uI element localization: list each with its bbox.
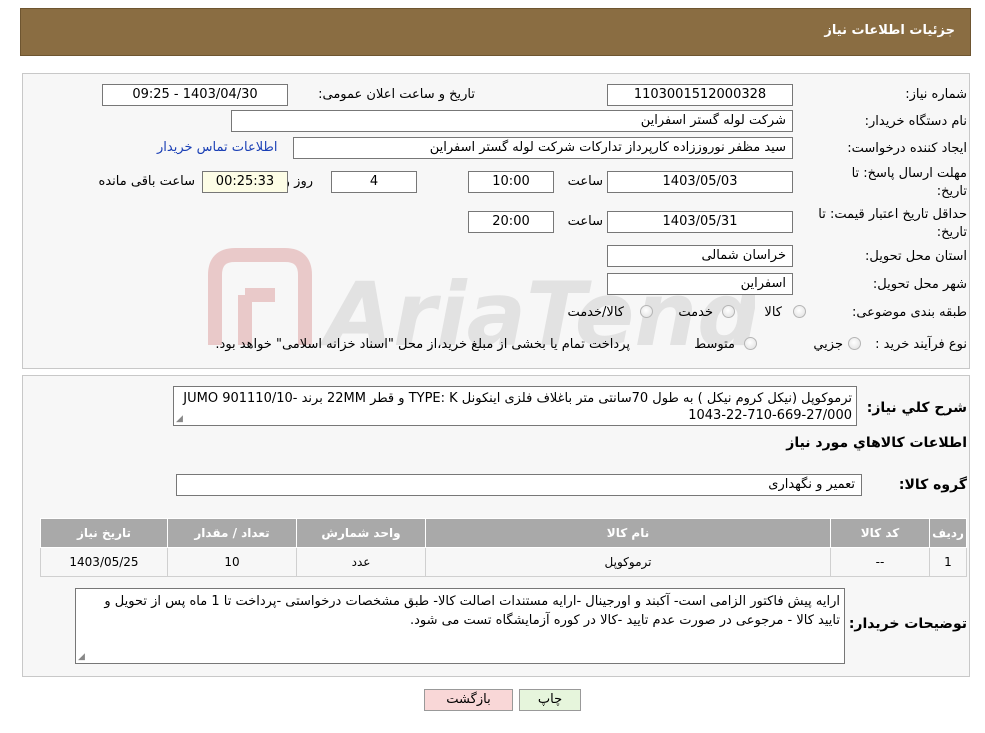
resize-handle-icon: ◢ (176, 414, 183, 424)
description-label: شرح کلي نیاز: (866, 400, 967, 416)
col-row: ردیف (929, 518, 967, 548)
purchase-radio-medium[interactable] (744, 337, 757, 350)
back-button[interactable]: بازگشت (424, 689, 513, 711)
creator-label: ایجاد کننده درخواست: (847, 141, 967, 156)
col-name: نام کالا (425, 518, 831, 548)
deadline-time-label: ساعت (567, 174, 603, 189)
page-title: جزئیات اطلاعات نیاز (824, 23, 955, 38)
category-radio-service[interactable] (722, 305, 735, 318)
col-date: تاریخ نیاز (40, 518, 168, 548)
col-qty: تعداد / مقدار (167, 518, 297, 548)
page-header: جزئیات اطلاعات نیاز (20, 8, 971, 56)
category-radio-goods[interactable] (793, 305, 806, 318)
goods-table-header: ردیف کد کالا نام کالا واحد شمارش تعداد /… (40, 518, 967, 548)
deadline-label-date: تاریخ: (936, 184, 967, 199)
need-number-field: 1103001512000328 (607, 84, 793, 106)
description-text: ترموکوپل (نیکل کروم نیکل ) به طول 70سانت… (183, 391, 852, 423)
purchase-note: پرداخت تمام یا بخشی از مبلغ خرید،از محل … (215, 337, 630, 352)
purchase-radio-minor[interactable] (848, 337, 861, 350)
goods-section-title: اطلاعات کالاهاي مورد نیاز (786, 435, 967, 451)
validity-label: حداقل تاریخ اعتبار قیمت: تا (818, 207, 967, 222)
cell-unit: عدد (296, 547, 426, 577)
cell-qty: 10 (167, 547, 297, 577)
buyer-contact-link[interactable]: اطلاعات تماس خریدار (157, 140, 277, 155)
buyer-notes-text: ارایه پیش فاکتور الزامی است- آکبند و اور… (104, 594, 840, 628)
category-label: طبقه بندی موضوعی: (851, 305, 967, 320)
col-code: کد کالا (830, 518, 930, 548)
cell-row: 1 (929, 547, 967, 577)
validity-time-field: 20:00 (468, 211, 554, 233)
remaining-time-field: 00:25:33 (202, 171, 288, 193)
validity-date-field: 1403/05/31 (607, 211, 793, 233)
resize-handle-icon: ◢ (78, 652, 85, 662)
deadline-time-field: 10:00 (468, 171, 554, 193)
announce-field: 1403/04/30 - 09:25 (102, 84, 288, 106)
goods-group-label: گروه کالا: (898, 477, 967, 493)
print-button[interactable]: چاپ (519, 689, 581, 711)
days-label: روز و (283, 174, 313, 189)
cell-date: 1403/05/25 (40, 547, 168, 577)
province-field: خراسان شمالی (607, 245, 793, 267)
buyer-notes-box: ارایه پیش فاکتور الزامی است- آکبند و اور… (75, 588, 845, 664)
category-option-goods-service: کالا/خدمت (567, 305, 624, 320)
category-option-goods: کالا (764, 305, 782, 320)
goods-table: ردیف کد کالا نام کالا واحد شمارش تعداد /… (40, 518, 967, 577)
goods-group-field: تعمیر و نگهداری (176, 474, 862, 496)
remaining-label: ساعت باقی مانده (98, 174, 195, 189)
cell-code: -- (830, 547, 930, 577)
purchase-type-label: نوع فرآیند خرید : (875, 337, 967, 352)
purchase-option-medium: متوسط (694, 337, 735, 352)
creator-field: سید مظفر نوروززاده کارپرداز تدارکات شرکت… (293, 137, 793, 159)
announce-label: تاریخ و ساعت اعلان عمومی: (318, 87, 475, 102)
need-number-label: شماره نیاز: (905, 87, 967, 102)
purchase-option-minor: جزیي (813, 337, 843, 352)
description-box: ترموکوپل (نیکل کروم نیکل ) به طول 70سانت… (173, 386, 857, 426)
category-option-service: خدمت (678, 305, 713, 320)
days-field: 4 (331, 171, 417, 193)
city-field: اسفراین (607, 273, 793, 295)
cell-name: ترموکوپل (425, 547, 831, 577)
buyer-org-label: نام دستگاه خریدار: (864, 114, 967, 129)
table-row: 1 -- ترموکوپل عدد 10 1403/05/25 (40, 547, 967, 577)
buyer-notes-label: توضیحات خریدار: (848, 616, 967, 632)
city-label: شهر محل تحویل: (872, 277, 967, 292)
deadline-date-field: 1403/05/03 (607, 171, 793, 193)
buyer-org-field: شرکت لوله گستر اسفراین (231, 110, 793, 132)
category-radio-goods-service[interactable] (640, 305, 653, 318)
validity-label-date: تاریخ: (936, 225, 967, 240)
province-label: استان محل تحویل: (865, 249, 967, 264)
validity-time-label: ساعت (567, 214, 603, 229)
deadline-label: مهلت ارسال پاسخ: تا (851, 166, 967, 181)
col-unit: واحد شمارش (296, 518, 426, 548)
